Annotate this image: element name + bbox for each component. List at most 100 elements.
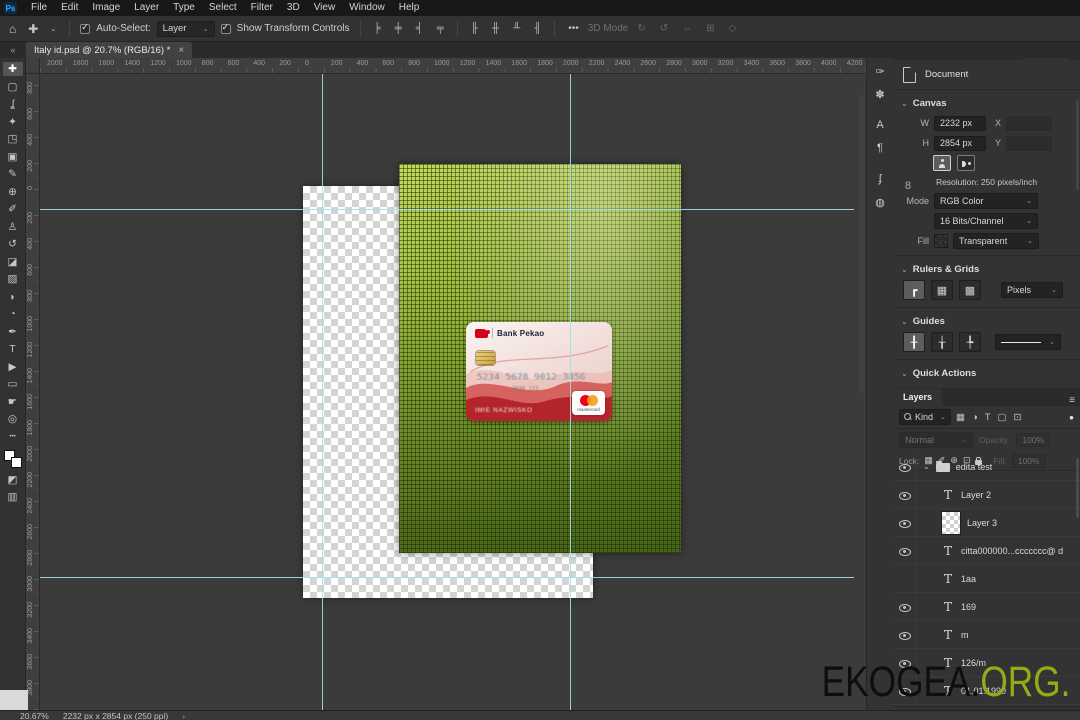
auto-select-checkbox[interactable] [80,22,91,34]
menu-layer[interactable]: Layer [127,0,166,16]
align-left-edges-icon[interactable]: ╞ [371,23,384,34]
tool-preset-chevron-icon[interactable]: ⌄ [47,25,59,33]
move-tool[interactable]: ✚ [2,62,23,76]
layer-visibility-toggle[interactable] [893,621,917,648]
marquee-tool[interactable]: ▢ [3,80,23,94]
paragraph-panel-icon[interactable]: ¶ [869,138,891,158]
layers-scrollbar[interactable] [1076,458,1079,518]
tab-layers[interactable]: Layers [893,389,943,406]
add-guides-icon[interactable]: ╂ [903,332,925,352]
ruler-units-dropdown[interactable]: Pixels ⌄ [1001,282,1063,298]
background-color-swatch[interactable] [10,457,22,468]
menu-filter[interactable]: Filter [244,0,280,16]
path-selection-tool[interactable]: ▶ [3,360,23,374]
blur-tool[interactable]: ◗ [3,290,23,304]
menu-help[interactable]: Help [392,0,427,16]
quick-actions-section-header[interactable]: ⌄ Quick Actions [893,364,1080,382]
object-selection-tool[interactable]: ✦ [3,115,23,129]
pasteboard[interactable]: Bank Pekao 5234 5678 9012 3456 7890 123 … [40,74,866,710]
menu-type[interactable]: Type [166,0,202,16]
ruler-top[interactable]: 2000 1800 1600 1400 1200 1000 800 600 400 200 0 200… [40,58,866,74]
layer-visibility-toggle[interactable] [893,565,917,592]
layer-row[interactable]: ⌄ edita test [893,453,1080,481]
distribute-spacing-icon[interactable]: ╢ [531,23,544,34]
gradient-tool[interactable]: ▨ [3,272,23,286]
orientation-landscape-button[interactable] [957,155,975,171]
menu-select[interactable]: Select [202,0,244,16]
guides-section-header[interactable]: ⌄ Guides [893,312,1080,330]
eraser-tool[interactable]: ◪ [3,255,23,269]
align-right-edges-icon[interactable]: ╡ [413,23,426,34]
menu-file[interactable]: File [24,0,54,16]
move-tool-preset-icon[interactable]: ✚ [25,22,41,36]
layer-visibility-toggle[interactable] [893,481,917,508]
dodge-tool[interactable]: ◔ [3,307,23,321]
canvas-fill-dropdown[interactable]: Transparent ⌄ [953,233,1039,249]
layer-row[interactable]: Tcitta000000...ccccccc@ d [893,537,1080,565]
horizontal-guide-2[interactable] [40,577,854,578]
height-field[interactable]: 2854 px [934,135,986,151]
distribute-center-icon[interactable]: ╫ [489,23,502,34]
layer-visibility-toggle[interactable] [893,537,917,564]
link-dimensions-icon[interactable]: 8 [905,180,911,192]
auto-select-target-dropdown[interactable]: Layer ⌄ [156,20,215,37]
ruler-left[interactable]: 800 600 400 200 0 200 400 600 800 1000 1200 1400 160… [26,74,40,710]
filter-pixel-layers-icon[interactable]: ▦ [955,412,966,423]
rulers-toggle-icon[interactable]: ┏ [903,280,925,300]
distribute-left-icon[interactable]: ╟ [468,23,481,34]
color-mode-dropdown[interactable]: RGB Color ⌄ [934,193,1038,209]
filter-toggle-icon[interactable]: ● [1069,413,1074,422]
more-options-icon[interactable]: ••• [565,23,582,34]
glyphs-panel-icon[interactable]: ʄ [869,169,891,189]
layer-visibility-toggle[interactable] [893,593,917,620]
credit-card-layer[interactable]: Bank Pekao 5234 5678 9012 3456 7890 123 … [466,322,612,421]
crop-tool[interactable]: ◳ [3,132,23,146]
fill-swatch[interactable] [934,234,948,248]
filter-shape-layers-icon[interactable]: ▢ [997,412,1008,423]
brush-settings-icon[interactable]: ✑ [869,61,891,81]
filter-smart-objects-icon[interactable]: ⊡ [1013,412,1023,423]
align-top-edges-icon[interactable]: ╤ [434,23,447,34]
show-transform-checkbox[interactable] [220,22,231,34]
history-brush-tool[interactable]: ↺ [3,237,23,251]
menu-image[interactable]: Image [85,0,127,16]
menu-3d[interactable]: 3D [280,0,307,16]
close-icon[interactable]: × [178,45,184,56]
chevron-down-icon[interactable]: ⌄ [923,462,930,471]
width-field[interactable]: 2232 px [934,115,986,131]
guide-style-dropdown[interactable]: ⌄ [995,334,1061,350]
properties-scrollbar[interactable] [1076,100,1079,190]
horizontal-guide-1[interactable] [40,209,854,210]
home-icon[interactable]: ⌂ [6,22,19,36]
rulers-grids-section-header[interactable]: ⌄ Rulers & Grids [893,260,1080,278]
character-panel-icon[interactable]: A [869,115,891,135]
menu-window[interactable]: Window [342,0,392,16]
lasso-tool[interactable]: ʆ [3,97,23,111]
libraries-panel-icon[interactable]: ◍ [869,192,891,212]
hand-tool[interactable]: ☛ [3,395,23,409]
zoom-tool[interactable]: ◎ [3,412,23,426]
screen-mode-button[interactable]: ▥ [3,490,23,504]
lock-guides-icon[interactable]: ╄ [959,332,981,352]
layer-row[interactable]: Layer 3 [893,509,1080,537]
menu-view[interactable]: View [307,0,343,16]
layer-filter-kind-dropdown[interactable]: Kind ⌄ [899,409,951,425]
grid-toggle-icon[interactable]: ▦ [931,280,953,300]
eyedropper-tool[interactable]: ✎ [3,167,23,181]
layer-row[interactable]: T 1aa [893,565,1080,593]
layer-row[interactable]: T Layer 2 [893,481,1080,509]
document-tab[interactable]: Italy id.psd @ 20.7% (RGB/16) * × [26,42,193,58]
layer-visibility-toggle[interactable] [893,509,917,536]
pixel-grid-toggle-icon[interactable]: ▩ [959,280,981,300]
brush-tool[interactable]: ✐ [3,202,23,216]
shape-tool[interactable]: ▭ [3,377,23,391]
orientation-portrait-button[interactable] [933,155,951,171]
distribute-vertical-icon[interactable]: ╨ [510,23,523,34]
pen-tool[interactable]: ✒ [3,325,23,339]
toolbar-more[interactable]: ••• [3,430,23,444]
filter-adjustment-layers-icon[interactable]: ◑ [971,412,979,423]
vertical-guide-1[interactable] [322,74,323,710]
brushes-icon[interactable]: ✽ [869,84,891,104]
menu-edit[interactable]: Edit [54,0,85,16]
guide-layout-icon[interactable]: ╁ [931,332,953,352]
